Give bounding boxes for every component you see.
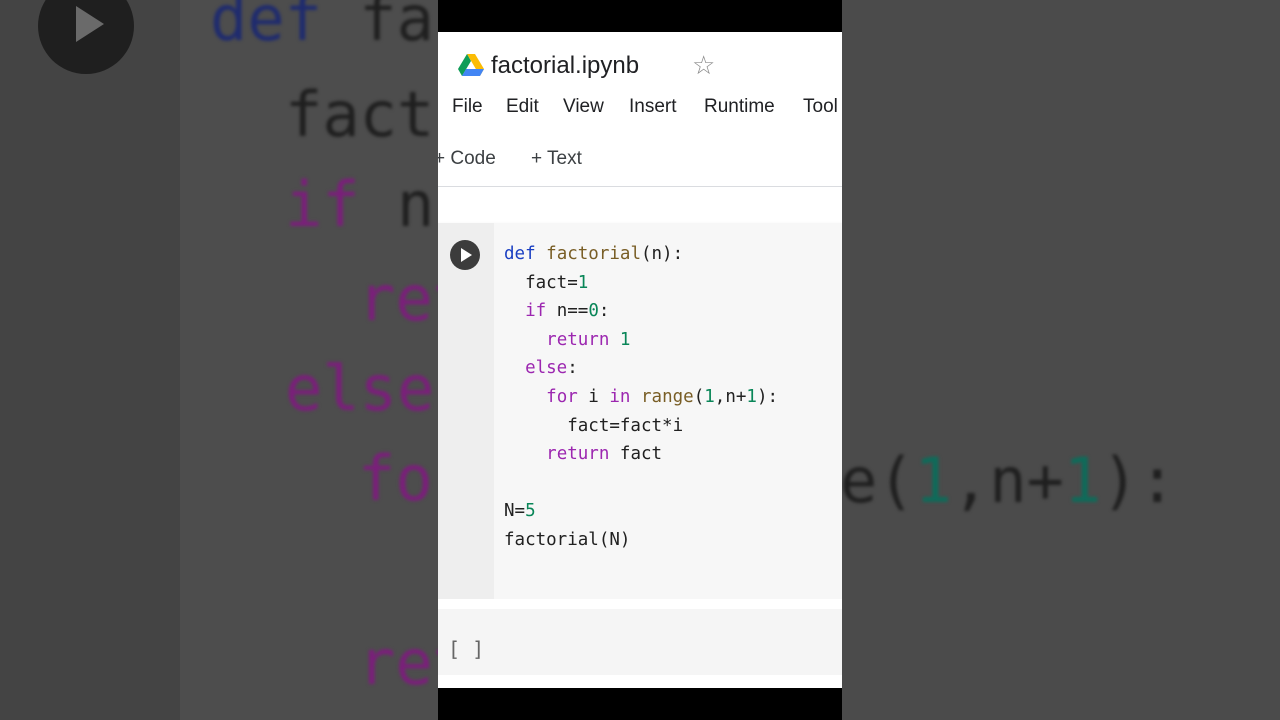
code-line: fact=1	[504, 272, 589, 293]
code-line: else:	[525, 358, 578, 379]
code-line: return 1	[546, 329, 631, 350]
code-cell[interactable]: def factorial(n): fact=1 if n==0: return…	[438, 223, 842, 599]
menu-item-tools[interactable]: Tool	[803, 96, 838, 118]
title-bar: factorial.ipynb ☆	[438, 32, 842, 96]
code-line: fact=fact*i	[504, 415, 684, 436]
code-editor[interactable]: def factorial(n): fact=1 if n==0: return…	[504, 240, 778, 555]
colab-screen: factorial.ipynb ☆ File Edit View Insert …	[438, 32, 842, 688]
add-code-button[interactable]: + Code	[438, 148, 496, 170]
notebook-spacer	[438, 187, 842, 223]
code-line: N=5	[504, 501, 536, 522]
cell-toolbar: + Code + Text	[438, 136, 842, 187]
menu-item-insert[interactable]: Insert	[629, 96, 677, 118]
star-icon[interactable]: ☆	[692, 50, 715, 81]
menu-item-file[interactable]: File	[452, 96, 483, 118]
empty-cell[interactable]	[438, 609, 842, 675]
add-text-button[interactable]: + Text	[531, 148, 582, 170]
menu-item-view[interactable]: View	[563, 96, 604, 118]
cell-prompt: [ ]	[448, 637, 485, 661]
blurred-background-left: def fa fact if n ret else for ret	[0, 0, 438, 720]
run-cell-button[interactable]	[450, 240, 480, 270]
code-line: for i in range(1,n+1):	[546, 386, 779, 407]
blurred-background-right: e(1,n+1):	[842, 0, 1280, 720]
google-drive-icon	[458, 54, 484, 76]
code-line: def factorial(n):	[504, 244, 684, 264]
menu-item-runtime[interactable]: Runtime	[704, 96, 775, 118]
next-cell: [ ]	[438, 599, 842, 688]
code-line: factorial(N)	[504, 529, 631, 550]
phone-frame: factorial.ipynb ☆ File Edit View Insert …	[438, 0, 842, 720]
code-line: if n==0:	[525, 301, 610, 322]
notebook-title[interactable]: factorial.ipynb	[491, 52, 639, 80]
menu-bar: File Edit View Insert Runtime Tool	[438, 96, 842, 126]
cell-gutter	[438, 223, 494, 599]
menu-item-edit[interactable]: Edit	[506, 96, 539, 118]
code-line: return fact	[546, 444, 663, 465]
